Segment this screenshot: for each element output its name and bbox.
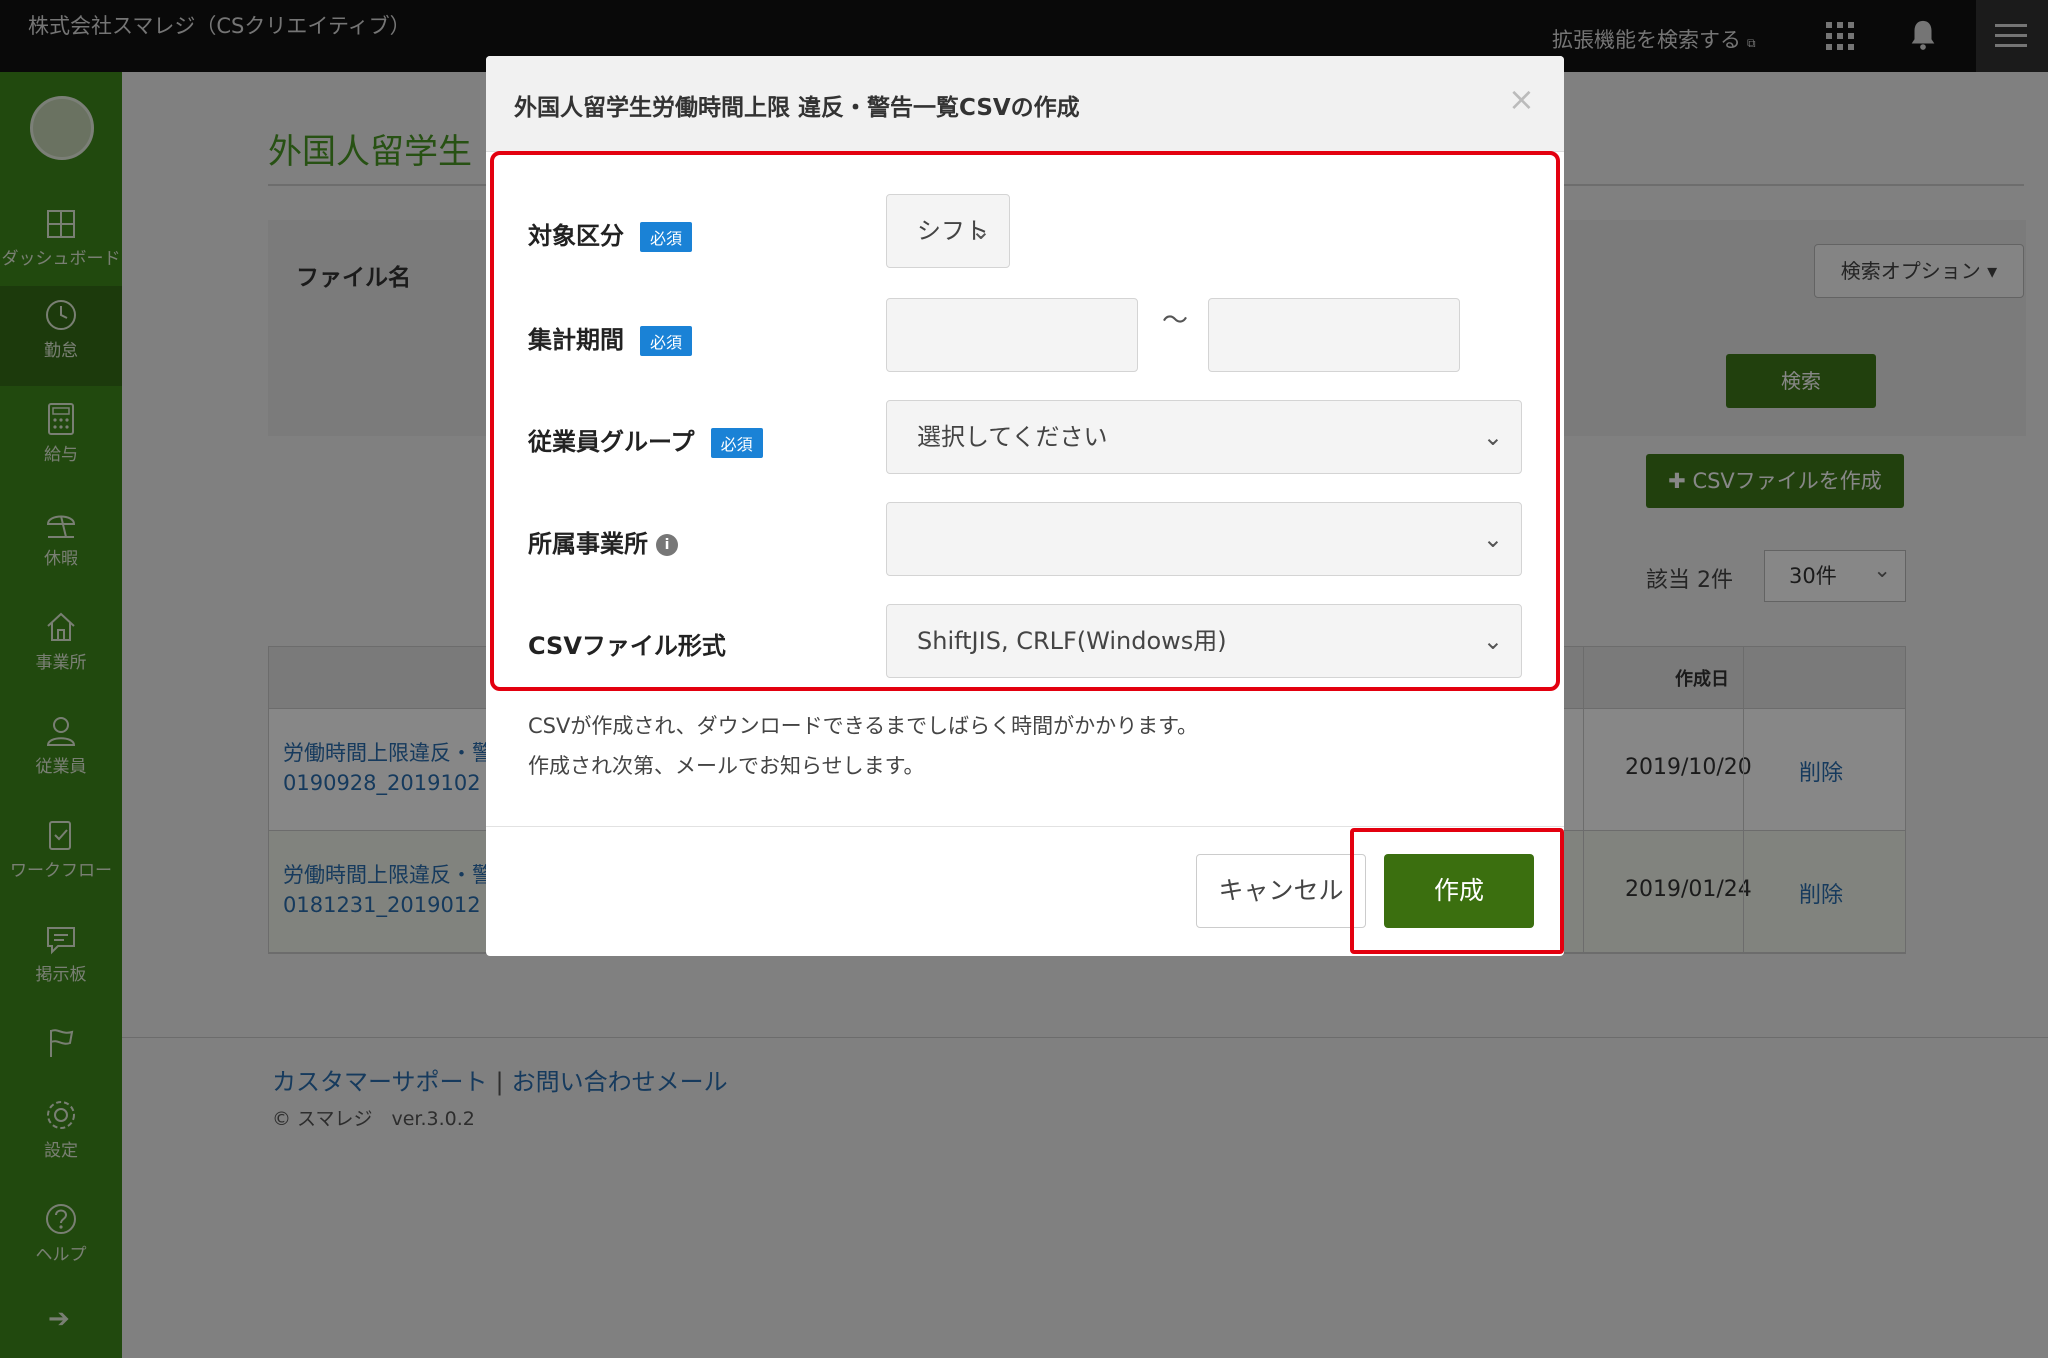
modal-note-line-1: CSVが作成され、ダウンロードできるまでしばらく時間がかかります。 bbox=[528, 714, 1199, 738]
required-badge: 必須 bbox=[640, 222, 693, 252]
chevron-down-icon: ⌄ bbox=[1482, 627, 1503, 655]
modal-title: 外国人留学生労働時間上限 違反・警告一覧CSVの作成 bbox=[514, 95, 1080, 121]
period-separator: 〜 bbox=[1162, 306, 1189, 336]
csv-create-modal: 外国人留学生労働時間上限 違反・警告一覧CSVの作成 × 対象区分 必須 シフト ⌄… bbox=[486, 56, 1564, 956]
modal-footer-divider bbox=[486, 826, 1564, 827]
modal-header: 外国人留学生労働時間上限 違反・警告一覧CSVの作成 × bbox=[486, 56, 1564, 152]
info-icon[interactable]: i bbox=[656, 534, 678, 556]
period-label: 集計期間 必須 bbox=[528, 320, 693, 356]
office-select[interactable]: ⌄ bbox=[886, 502, 1522, 576]
format-label-text: CSVファイル形式 bbox=[528, 632, 726, 660]
target-label-text: 対象区分 bbox=[528, 222, 624, 250]
period-end-input[interactable] bbox=[1208, 298, 1460, 372]
period-label-text: 集計期間 bbox=[528, 326, 624, 354]
chevron-down-icon: ⌄ bbox=[970, 217, 991, 245]
required-badge: 必須 bbox=[640, 326, 693, 356]
office-label: 所属事業所 i bbox=[528, 524, 678, 559]
chevron-down-icon: ⌄ bbox=[1482, 525, 1503, 553]
group-label-text: 従業員グループ bbox=[528, 428, 695, 456]
cancel-button[interactable]: キャンセル bbox=[1196, 854, 1366, 928]
format-label: CSVファイル形式 bbox=[528, 626, 726, 661]
modal-note-line-2: 作成され次第、メールでお知らせします。 bbox=[528, 754, 925, 778]
period-start-input[interactable] bbox=[886, 298, 1138, 372]
required-badge: 必須 bbox=[710, 428, 763, 458]
office-label-text: 所属事業所 bbox=[528, 530, 648, 558]
csv-format-select[interactable]: ShiftJIS, CRLF(Windows用) ⌄ bbox=[886, 604, 1522, 678]
target-select[interactable]: シフト ⌄ bbox=[886, 194, 1010, 268]
csv-format-value: ShiftJIS, CRLF(Windows用) bbox=[917, 627, 1227, 655]
create-button[interactable]: 作成 bbox=[1384, 854, 1534, 928]
chevron-down-icon: ⌄ bbox=[1482, 423, 1503, 451]
close-icon[interactable]: × bbox=[1508, 80, 1535, 118]
employee-group-select[interactable]: 選択してください ⌄ bbox=[886, 400, 1522, 474]
target-label: 対象区分 必須 bbox=[528, 216, 693, 252]
employee-group-placeholder: 選択してください bbox=[917, 423, 1108, 451]
group-label: 従業員グループ 必須 bbox=[528, 422, 763, 458]
